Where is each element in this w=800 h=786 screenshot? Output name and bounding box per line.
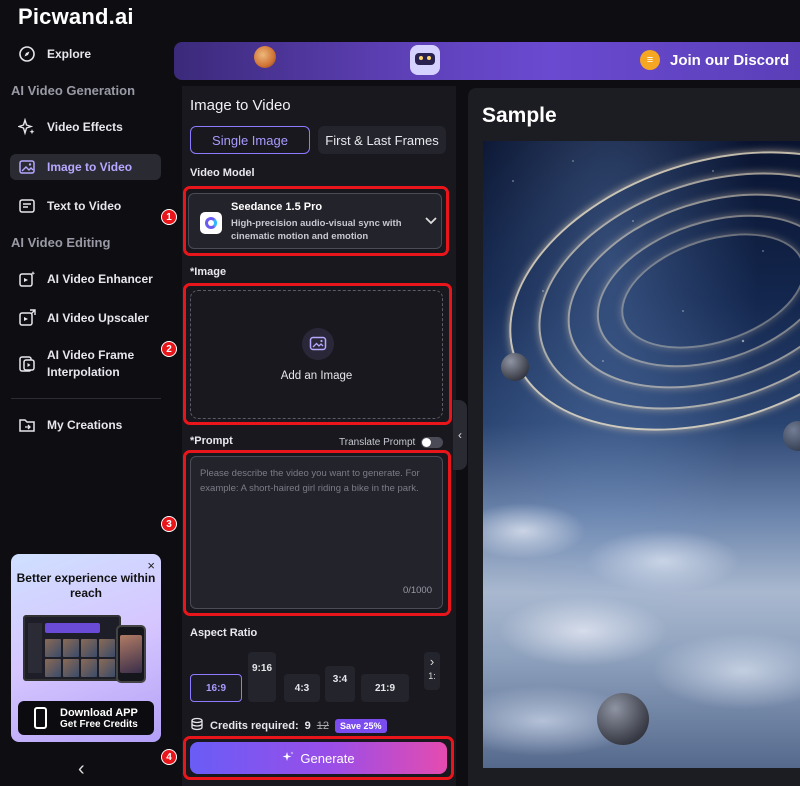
chevron-right-icon: › <box>429 654 435 669</box>
sidebar-item-text-to-video[interactable]: Text to Video <box>10 193 161 219</box>
generate-button[interactable]: Generate <box>190 742 447 774</box>
credits-old-value: 12 <box>316 719 330 732</box>
sidebar-item-label: Video Effects <box>47 120 123 134</box>
device-mockup-image <box>23 611 148 688</box>
discord-text: Join our Discord <box>670 51 790 69</box>
toggle-switch[interactable] <box>421 437 444 448</box>
sidebar-item-explore[interactable]: Explore <box>10 41 161 67</box>
sidebar-item-ai-video-frame-interpolation[interactable]: AI Video Frame Interpolation <box>10 344 161 384</box>
annotation-badge-2: 2 <box>161 341 177 357</box>
generate-label: Generate <box>300 750 355 766</box>
prompt-container: 0/1000 <box>190 456 443 609</box>
collapse-panel-button[interactable]: ‹ <box>453 400 467 470</box>
robot-mascot-icon <box>410 45 440 75</box>
video-model-select[interactable]: Seedance 1.5 Pro High-precision audio-vi… <box>188 193 442 249</box>
sidebar-item-label: AI Video Enhancer <box>47 272 153 286</box>
image-label: *Image <box>190 266 227 278</box>
sample-preview-pane: Sample <box>468 88 800 786</box>
sidebar-item-image-to-video[interactable]: Image to Video <box>10 154 161 180</box>
sidebar-item-video-effects[interactable]: Video Effects <box>10 114 161 140</box>
small-sphere <box>501 353 529 381</box>
save-badge: Save 25% <box>335 718 387 733</box>
section-title-editing: AI Video Editing <box>11 235 111 250</box>
add-image-text: Add an Image <box>280 370 353 382</box>
seedance-logo-icon <box>200 212 222 234</box>
aspect-ratio-label: Aspect Ratio <box>190 627 258 639</box>
tab-single-image[interactable]: Single Image <box>190 126 310 154</box>
ratio-21-9[interactable]: 21:9 <box>361 674 409 702</box>
add-image-icon <box>302 328 334 360</box>
sidebar-item-label: Text to Video <box>47 199 122 213</box>
sidebar-item-my-creations[interactable]: My Creations <box>10 412 161 438</box>
sidebar-item-label: Explore <box>47 47 92 61</box>
sidebar-item-label: My Creations <box>47 418 123 432</box>
chevron-left-icon: ‹ <box>458 428 462 442</box>
model-description: High-precision audio-visual sync with ci… <box>231 218 402 242</box>
sparkle-icon <box>17 117 37 137</box>
app-promo-card: × Better experience within reach Downloa… <box>11 554 161 742</box>
video-model-label: Video Model <box>190 167 255 179</box>
download-app-button[interactable]: Download APP Get Free Credits <box>18 701 154 735</box>
upscaler-icon <box>17 308 37 328</box>
chevron-down-icon <box>425 214 437 228</box>
phone-icon <box>34 707 47 729</box>
enhancer-icon <box>17 269 37 289</box>
ratio-4-3[interactable]: 4:3 <box>284 674 320 702</box>
image-to-video-panel: Image to Video Single Image First & Last… <box>182 86 456 786</box>
sidebar-item-ai-video-enhancer[interactable]: AI Video Enhancer <box>10 266 161 292</box>
robot-eyes <box>419 56 431 60</box>
prompt-input[interactable] <box>200 466 436 566</box>
sidebar-item-label: Image to Video <box>47 160 133 174</box>
model-name: Seedance 1.5 Pro <box>231 201 323 213</box>
coin-icon: ≡ <box>640 50 660 70</box>
folder-icon <box>17 415 37 435</box>
sparkle-icon <box>282 751 294 766</box>
compass-icon <box>17 44 37 64</box>
discord-banner[interactable]: ≡ Join our Discord <box>174 42 800 80</box>
large-sphere <box>597 693 649 745</box>
sidebar-item-ai-video-upscaler[interactable]: AI Video Upscaler <box>10 305 161 331</box>
section-title-generation: AI Video Generation <box>11 83 136 98</box>
credits-info: Credits required: 9 12 Save 25% <box>190 717 387 734</box>
sidebar: Picwand.ai Explore AI Video Generation V… <box>0 0 170 786</box>
sample-video-preview[interactable] <box>483 141 800 768</box>
annotation-badge-3: 3 <box>161 516 177 532</box>
brand-logo[interactable]: Picwand.ai <box>18 4 134 30</box>
panel-title: Image to Video <box>190 97 291 114</box>
planet-decoration <box>254 46 276 68</box>
sidebar-item-label: AI Video Frame Interpolation <box>47 348 135 379</box>
ratio-9-16[interactable]: 9:16 <box>248 652 276 702</box>
download-sub: Get Free Credits <box>60 718 138 730</box>
coins-icon <box>190 717 204 734</box>
ratio-1-partial: 1: <box>428 671 436 681</box>
credits-label: Credits required: <box>210 719 299 732</box>
download-label: Download APP <box>60 706 138 719</box>
discord-link[interactable]: ≡ Join our Discord <box>640 50 789 70</box>
ratio-scroll-next[interactable]: › 1: <box>424 652 440 690</box>
frame-icon <box>17 354 37 374</box>
image-upload-dropzone[interactable]: Add an Image <box>190 290 443 419</box>
char-counter: 0/1000 <box>402 585 432 596</box>
sample-title: Sample <box>482 104 557 127</box>
translate-prompt-toggle[interactable]: Translate Prompt <box>339 437 444 448</box>
sidebar-divider <box>11 398 161 399</box>
promo-title: Better experience within reach <box>16 571 156 600</box>
text-doc-icon <box>17 196 37 216</box>
annotation-badge-4: 4 <box>161 749 177 765</box>
ratio-3-4[interactable]: 3:4 <box>325 666 355 702</box>
translate-label: Translate Prompt <box>339 437 416 448</box>
brand-name: Picwand <box>18 4 109 29</box>
brand-suffix: ai <box>114 4 134 29</box>
collapse-sidebar-icon[interactable]: ‹ <box>78 758 85 781</box>
credits-value: 9 <box>304 719 311 732</box>
image-icon <box>17 157 37 177</box>
prompt-label: *Prompt <box>190 435 233 447</box>
sidebar-item-label: AI Video Upscaler <box>47 311 149 325</box>
ratio-16-9[interactable]: 16:9 <box>190 674 242 702</box>
annotation-badge-1: 1 <box>161 209 177 225</box>
tab-first-last-frames[interactable]: First & Last Frames <box>318 126 446 154</box>
